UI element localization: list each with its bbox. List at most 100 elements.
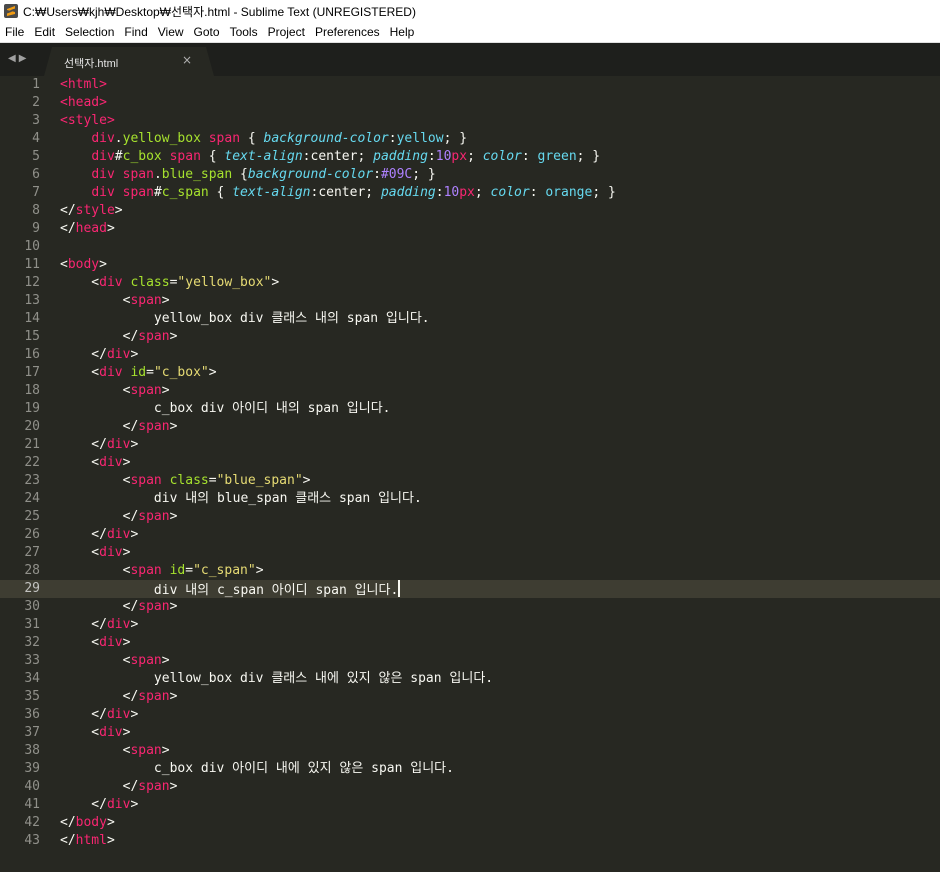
code-editor[interactable]: 1 <html> 2 <head> 3 <style> 4 div.yellow_box s… [0,76,940,872]
code-text: </span> [60,779,178,794]
line-number: 28 [24,563,40,578]
code-text: yellow_box div 클래스 내에 있지 않은 span 입니다. [60,671,494,686]
menu-bar: File Edit Selection Find View Goto Tools… [0,22,940,43]
code-text: <span> [60,653,170,668]
tab-navigation-arrows-icon[interactable]: ◀▶ [8,53,29,64]
code-line[interactable]: 17 <div id="c_box"> [0,364,940,382]
menu-file[interactable]: File [0,22,29,42]
close-icon[interactable]: × [182,53,192,67]
code-line[interactable]: 23 <span class="blue_span"> [0,472,940,490]
line-number: 41 [24,797,40,812]
tab-bar: ◀▶ 선택자.html × [0,43,940,76]
menu-view[interactable]: View [153,22,189,42]
menu-tools[interactable]: Tools [225,22,263,42]
code-text: <span> [60,383,170,398]
code-line[interactable]: 16 </div> [0,346,940,364]
code-line[interactable]: 1 <html> [0,76,940,94]
code-line[interactable]: 30 </span> [0,598,940,616]
code-line[interactable]: 40 </span> [0,778,940,796]
menu-preferences[interactable]: Preferences [310,22,385,42]
code-line[interactable]: 6 div span.blue_span {background-color:#… [0,166,940,184]
title-bar: C:₩Users₩kjh₩Desktop₩선택자.html - Sublime … [0,0,940,22]
code-text: div.yellow_box span { background-color:y… [91,131,468,146]
line-number: 29 [24,581,40,596]
menu-goto[interactable]: Goto [189,22,225,42]
line-number: 39 [24,761,40,776]
code-line[interactable]: 31 </div> [0,616,940,634]
code-line[interactable]: 14 yellow_box div 클래스 내의 span 입니다. [0,310,940,328]
code-text: <span> [60,293,170,308]
menu-project[interactable]: Project [263,22,310,42]
code-line[interactable]: 37 <div> [0,724,940,742]
code-line[interactable]: 26 </div> [0,526,940,544]
line-number: 25 [24,509,40,524]
sublime-text-icon [4,4,18,18]
code-line[interactable]: 7 div span#c_span { text-align:center; p… [0,184,940,202]
line-number: 3 [32,113,40,128]
tab-selector-html[interactable]: 선택자.html × [44,47,214,76]
code-line[interactable]: 27 <div> [0,544,940,562]
line-number: 16 [24,347,40,362]
line-number: 35 [24,689,40,704]
code-text: <body> [60,257,107,272]
code-line[interactable]: 5 div#c_box span { text-align:center; pa… [0,148,940,166]
code-line[interactable]: 42 </body> [0,814,940,832]
menu-help[interactable]: Help [385,22,420,42]
code-line[interactable]: 28 <span id="c_span"> [0,562,940,580]
menu-find[interactable]: Find [119,22,152,42]
code-text: </span> [60,329,178,344]
code-line[interactable]: 25 </span> [0,508,940,526]
code-line[interactable]: 15 </span> [0,328,940,346]
code-line[interactable]: 41 </div> [0,796,940,814]
code-line[interactable]: 20 </span> [0,418,940,436]
code-line[interactable]: 33 <span> [0,652,940,670]
code-line[interactable]: 32 <div> [0,634,940,652]
line-number: 13 [24,293,40,308]
code-line[interactable]: 29 div 내의 c_span 아이디 span 입니다. [0,580,940,598]
code-line[interactable]: 22 <div> [0,454,940,472]
menu-edit[interactable]: Edit [29,22,60,42]
code-text: </html> [60,833,115,848]
code-line[interactable]: 12 <div class="yellow_box"> [0,274,940,292]
code-line[interactable]: 3 <style> [0,112,940,130]
line-number: 42 [24,815,40,830]
line-number: 30 [24,599,40,614]
line-number: 22 [24,455,40,470]
line-number: 2 [32,95,40,110]
line-number: 43 [24,833,40,848]
code-line[interactable]: 8 </style> [0,202,940,220]
code-text: <span class="blue_span"> [60,473,311,488]
code-line[interactable]: 11 <body> [0,256,940,274]
line-number: 40 [24,779,40,794]
code-text: <span id="c_span"> [60,563,264,578]
menu-selection[interactable]: Selection [60,22,119,42]
line-number: 10 [24,239,40,254]
code-line[interactable]: 43 </html> [0,832,940,850]
code-line[interactable]: 38 <span> [0,742,940,760]
code-line[interactable]: 2 <head> [0,94,940,112]
code-line[interactable]: 36 </div> [0,706,940,724]
code-text: </div> [60,437,139,452]
code-line[interactable]: 4 div.yellow_box span { background-color… [0,130,940,148]
code-text: c_box div 아이디 내에 있지 않은 span 입니다. [60,761,454,776]
code-line[interactable]: 19 c_box div 아이디 내의 span 입니다. [0,400,940,418]
line-number: 15 [24,329,40,344]
code-line[interactable]: 10 [0,238,940,256]
code-line[interactable]: 34 yellow_box div 클래스 내에 있지 않은 span 입니다. [0,670,940,688]
line-number: 12 [24,275,40,290]
code-line[interactable]: 9 </head> [0,220,940,238]
code-text: <span> [60,743,170,758]
code-text: div span.blue_span {background-color:#09… [91,167,436,182]
code-text: div#c_box span { text-align:center; padd… [91,149,601,164]
code-text: <html> [60,77,107,92]
line-number: 34 [24,671,40,686]
code-line[interactable]: 21 </div> [0,436,940,454]
line-number: 20 [24,419,40,434]
code-line[interactable]: 24 div 내의 blue_span 클래스 span 입니다. [0,490,940,508]
code-line[interactable]: 13 <span> [0,292,940,310]
code-line[interactable]: 35 </span> [0,688,940,706]
code-text: </span> [60,599,178,614]
code-line[interactable]: 39 c_box div 아이디 내에 있지 않은 span 입니다. [0,760,940,778]
line-number: 27 [24,545,40,560]
code-line[interactable]: 18 <span> [0,382,940,400]
